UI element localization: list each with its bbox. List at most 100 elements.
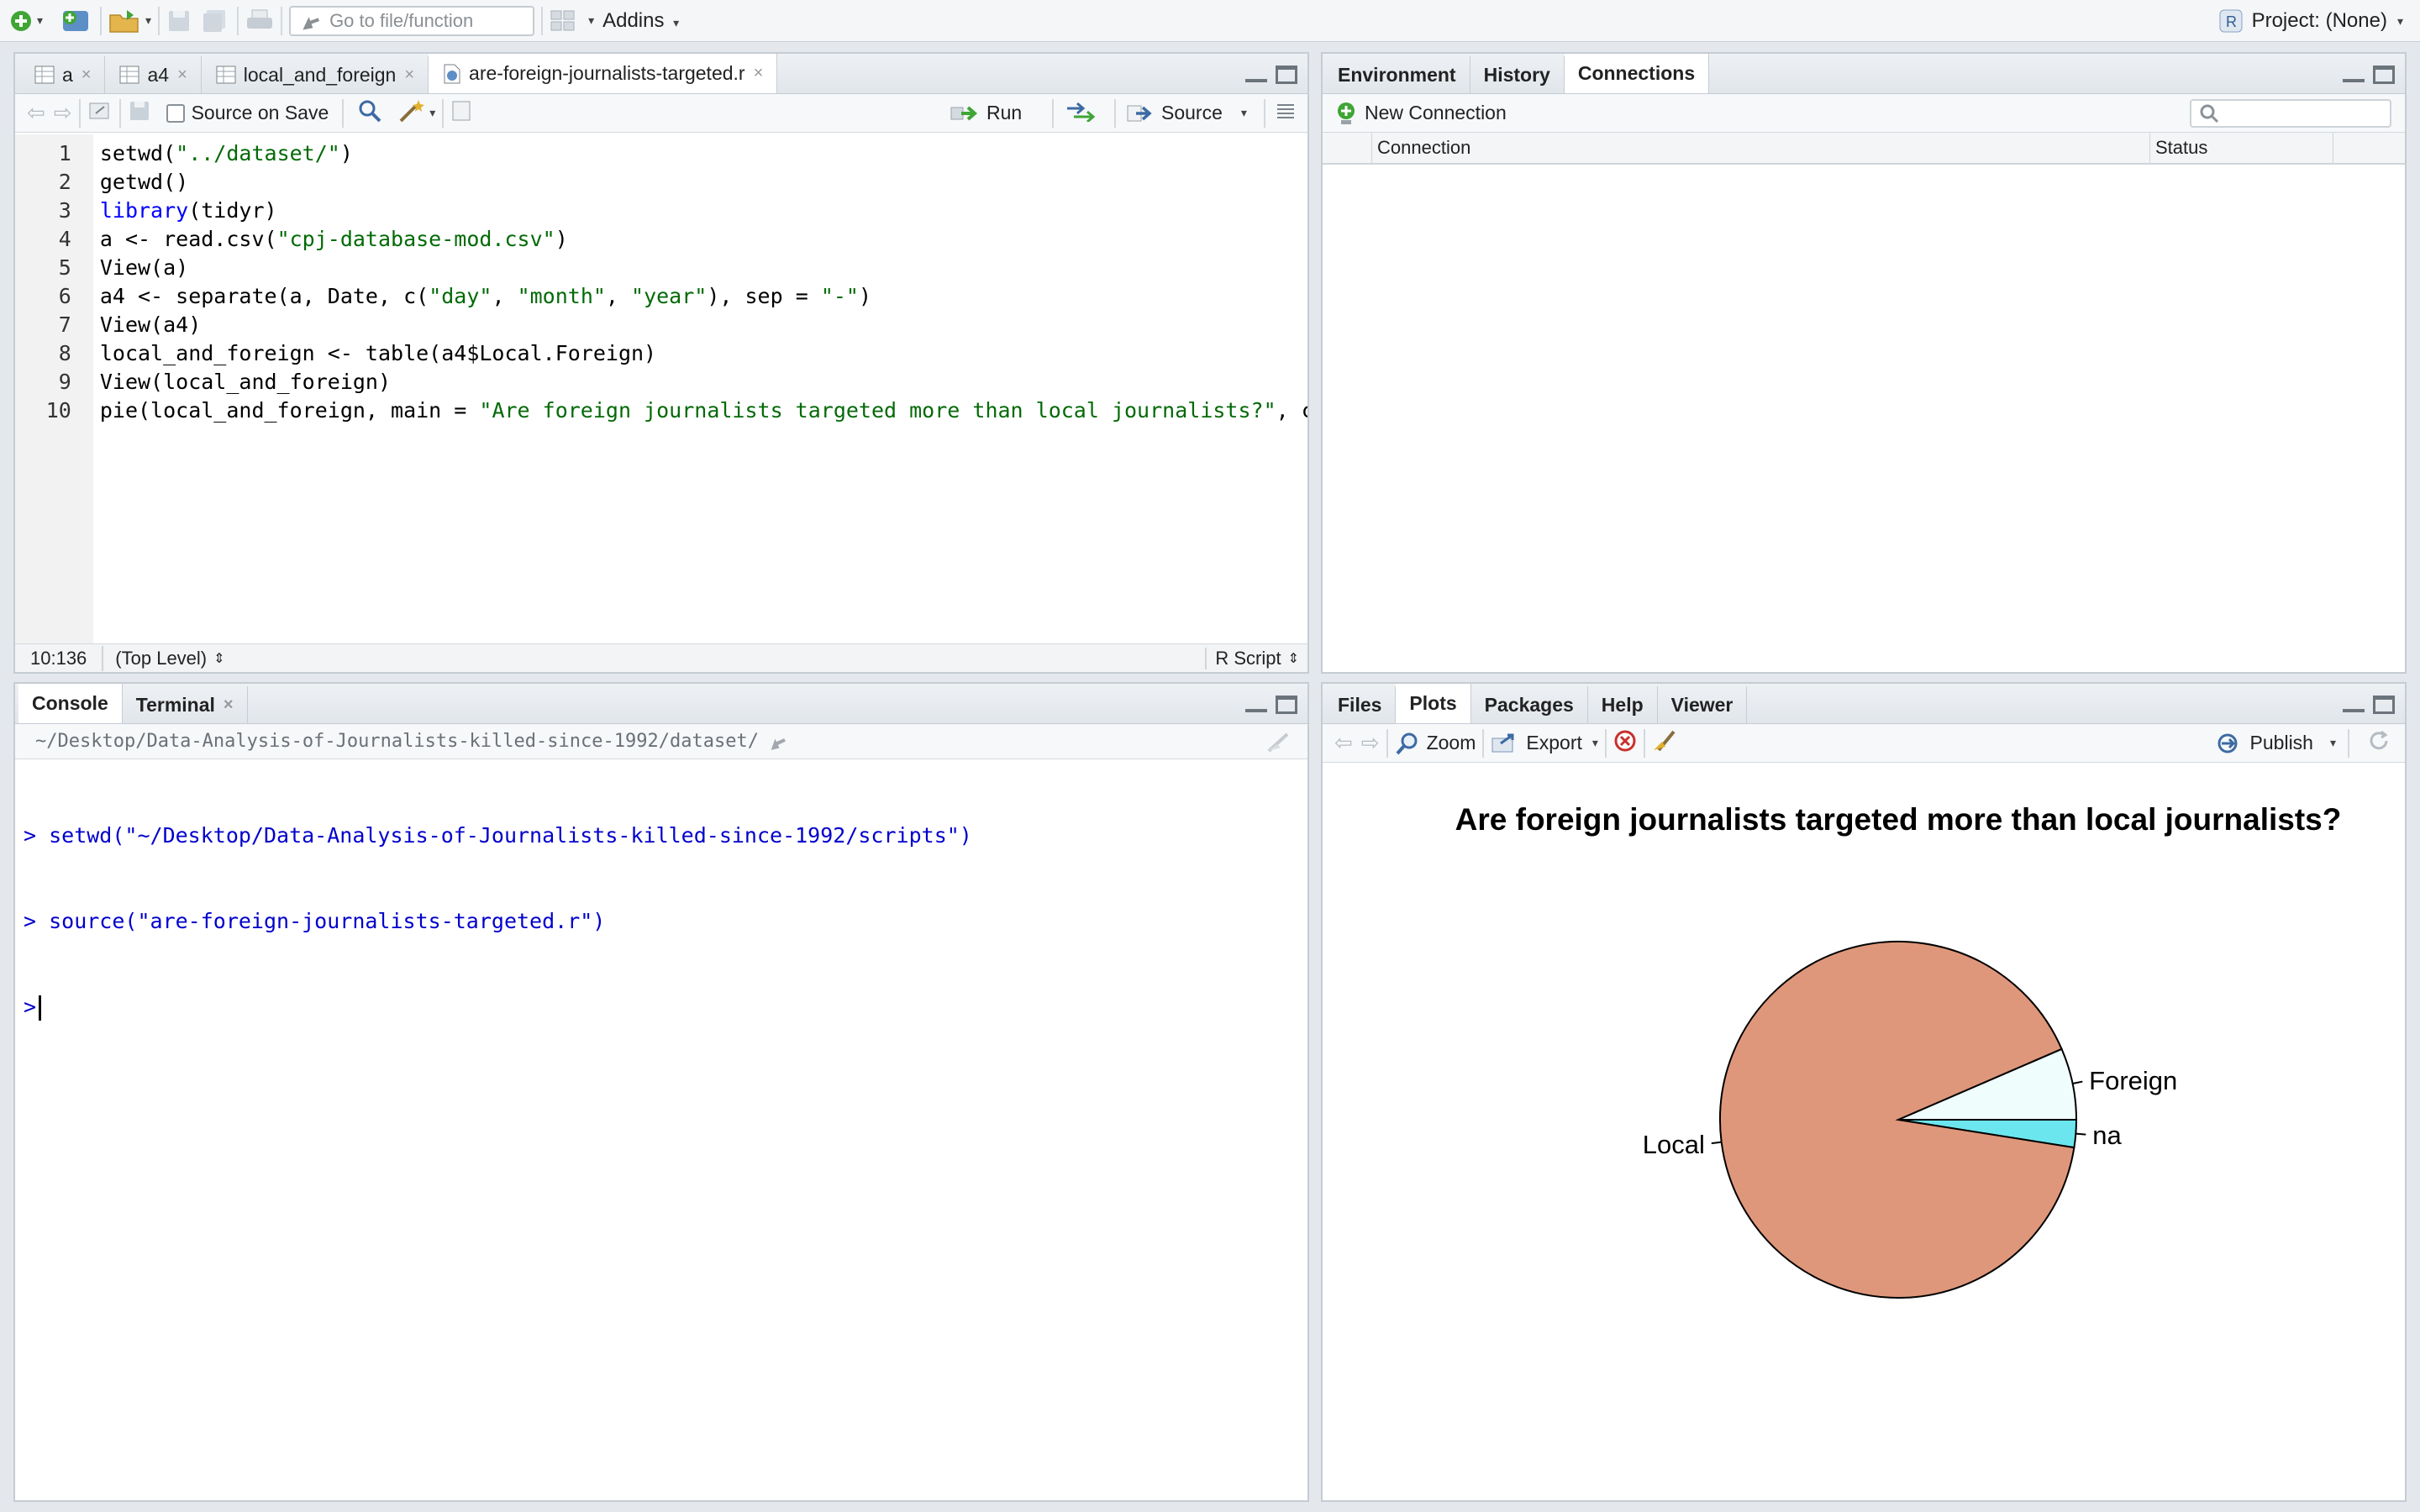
code-line[interactable]: library(tidyr) xyxy=(100,197,1307,225)
plots-window-controls xyxy=(2343,696,2395,714)
remove-plot-icon[interactable] xyxy=(1613,729,1637,758)
zoom-button[interactable]: Zoom xyxy=(1395,731,1476,756)
maximize-icon[interactable] xyxy=(2373,696,2395,714)
code-string: "month" xyxy=(517,284,606,308)
close-icon[interactable]: × xyxy=(754,64,764,83)
back-arrow-icon[interactable]: ⇦ xyxy=(27,100,45,126)
code-editor[interactable]: 1 2 3 4 5 6 7 8 9 10 setwd("../dataset/"… xyxy=(15,134,1307,643)
clear-plots-icon[interactable] xyxy=(1652,728,1681,759)
column-header-status[interactable]: Status xyxy=(2149,133,2333,163)
project-menu[interactable]: R Project: (None) ▾ xyxy=(2218,0,2403,42)
source-on-save-checkbox[interactable]: Source on Save xyxy=(166,102,329,124)
minimize-icon[interactable] xyxy=(2343,66,2365,82)
close-icon[interactable]: × xyxy=(82,66,92,85)
code-line[interactable]: View(a4) xyxy=(100,311,1307,339)
run-button[interactable]: Run xyxy=(950,102,1022,124)
export-button[interactable]: Export ▾ xyxy=(1491,732,1598,755)
minimize-icon[interactable] xyxy=(1245,66,1267,82)
close-icon[interactable]: × xyxy=(404,66,414,85)
minimize-icon[interactable] xyxy=(1245,696,1267,712)
addins-menu[interactable]: Addins ▾ xyxy=(602,9,679,33)
toolbar-divider xyxy=(1264,98,1265,128)
tab-packages[interactable]: Packages xyxy=(1471,686,1588,723)
code-line[interactable]: a <- read.csv("cpj-database-mod.csv") xyxy=(100,225,1307,254)
clear-console-icon[interactable] xyxy=(1265,729,1294,754)
source-button[interactable]: Source ▾ xyxy=(1126,102,1247,124)
grid-layout-icon[interactable] xyxy=(550,6,576,36)
tab-history[interactable]: History xyxy=(1470,56,1565,93)
save-all-icon[interactable] xyxy=(202,6,230,36)
tab-files[interactable]: Files xyxy=(1324,686,1397,723)
cursor-position: 10:136 xyxy=(30,647,87,669)
pie-label: Foreign xyxy=(2089,1066,2177,1095)
maximize-icon[interactable] xyxy=(2373,66,2395,84)
chevron-down-icon[interactable]: ▾ xyxy=(588,13,594,28)
new-project-icon[interactable] xyxy=(61,6,93,36)
go-to-file-input[interactable]: Go to file/function xyxy=(289,5,535,36)
magic-wand-icon[interactable] xyxy=(397,98,426,129)
tab-connections[interactable]: Connections xyxy=(1564,54,1710,93)
chevron-down-icon[interactable]: ▾ xyxy=(37,13,43,28)
tab-environment[interactable]: Environment xyxy=(1324,56,1470,93)
editor-tab-a[interactable]: a × xyxy=(20,56,106,93)
next-plot-icon[interactable]: ⇨ xyxy=(1361,730,1380,756)
code-line[interactable]: View(a) xyxy=(100,254,1307,282)
toolbar-divider xyxy=(2348,728,2349,758)
close-icon[interactable]: × xyxy=(224,696,234,715)
code-line[interactable]: local_and_foreign <- table(a4$Local.Fore… xyxy=(100,339,1307,368)
status-divider xyxy=(102,645,104,671)
chevron-down-icon[interactable]: ▾ xyxy=(145,13,151,28)
save-icon[interactable] xyxy=(128,99,151,128)
tab-label: Plots xyxy=(1409,692,1457,714)
editor-tab-a4[interactable]: a4 × xyxy=(105,56,202,93)
rerun-icon[interactable] xyxy=(1064,100,1097,127)
console-output[interactable]: > setwd("~/Desktop/Data-Analysis-of-Jour… xyxy=(15,759,1307,1079)
open-file-icon[interactable] xyxy=(108,6,142,36)
code-line[interactable]: a4 <- separate(a, Date, c("day", "month"… xyxy=(100,282,1307,311)
code-line[interactable]: pie(local_and_foreign, main = "Are forei… xyxy=(100,396,1307,425)
console-prompt-line[interactable]: > xyxy=(24,993,1307,1021)
file-type-menu[interactable]: R Script ⇕ xyxy=(1205,647,1299,669)
chart-title: Are foreign journalists targeted more th… xyxy=(1455,802,2342,837)
code-line[interactable]: View(local_and_foreign) xyxy=(100,368,1307,396)
editor-tab-local-and-foreign[interactable]: local_and_foreign × xyxy=(202,56,429,93)
previous-plot-icon[interactable]: ⇦ xyxy=(1334,730,1353,756)
export-label: Export xyxy=(1526,732,1582,753)
tab-terminal[interactable]: Terminal × xyxy=(123,686,248,723)
forward-arrow-icon[interactable]: ⇨ xyxy=(54,100,72,126)
save-icon[interactable] xyxy=(166,6,192,36)
new-connection-button[interactable]: New Connection xyxy=(1334,101,1507,126)
tab-help[interactable]: Help xyxy=(1588,686,1658,723)
tab-plots[interactable]: Plots xyxy=(1396,684,1471,723)
connections-search-input[interactable] xyxy=(2190,99,2391,128)
code-token: setwd( xyxy=(99,141,176,165)
minimize-icon[interactable] xyxy=(2343,696,2365,712)
code-lines[interactable]: setwd("../dataset/") getwd() library(tidyr… xyxy=(93,134,1307,643)
chevron-down-icon[interactable]: ▾ xyxy=(429,106,435,120)
code-line[interactable]: getwd() xyxy=(100,168,1307,197)
code-line[interactable]: setwd("../dataset/") xyxy=(100,139,1307,168)
scope-label: (Top Level) xyxy=(115,647,208,669)
maximize-icon[interactable] xyxy=(1276,66,1297,84)
connections-toolbar: New Connection xyxy=(1323,94,2405,133)
maximize-icon[interactable] xyxy=(1276,696,1297,714)
compile-report-icon[interactable] xyxy=(450,99,472,128)
code-string: "day" xyxy=(429,284,492,308)
print-icon[interactable] xyxy=(245,6,274,36)
tab-viewer[interactable]: Viewer xyxy=(1658,686,1748,723)
column-header-connection[interactable]: Connection xyxy=(1371,133,2149,163)
publish-button[interactable]: Publish ▾ xyxy=(2215,732,2336,754)
line-number: 7 xyxy=(58,312,71,337)
toolbar-divider xyxy=(342,98,345,128)
editor-tab-are-foreign-journalists-targeted[interactable]: are-foreign-journalists-targeted.r × xyxy=(429,54,778,93)
tab-console[interactable]: Console xyxy=(18,684,123,723)
refresh-icon[interactable] xyxy=(2366,728,2391,759)
updown-icon: ⇕ xyxy=(1287,651,1299,666)
document-outline-icon[interactable] xyxy=(1274,101,1297,126)
search-icon[interactable] xyxy=(357,98,382,129)
go-to-directory-icon[interactable] xyxy=(767,733,789,750)
close-icon[interactable]: × xyxy=(177,66,187,85)
new-file-icon[interactable] xyxy=(8,6,34,36)
show-in-window-icon[interactable] xyxy=(87,100,113,127)
scope-menu[interactable]: (Top Level) ⇕ xyxy=(115,648,224,669)
